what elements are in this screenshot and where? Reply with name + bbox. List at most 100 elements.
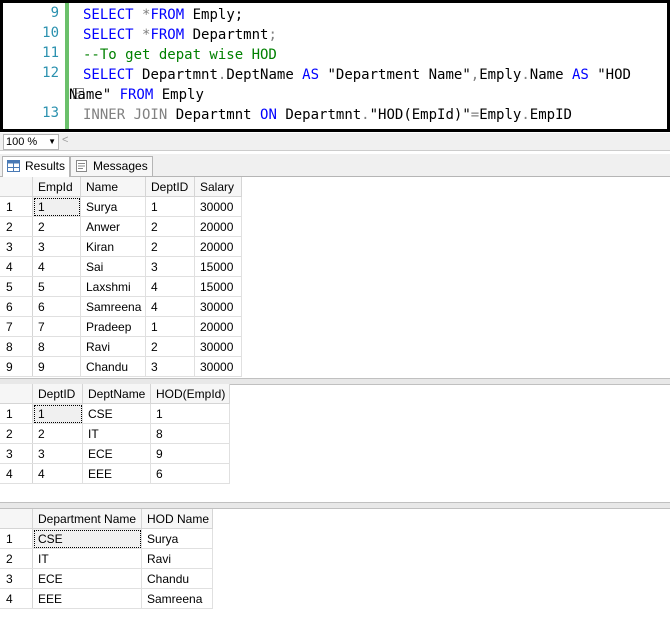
grid-cell[interactable]: 6: [32, 296, 81, 317]
row-number[interactable]: 2: [0, 216, 33, 237]
code-line[interactable]: INNER JOIN Departmnt ON Departmnt."HOD(E…: [83, 105, 572, 125]
grid-cell[interactable]: EEE: [82, 463, 151, 484]
grid-cell[interactable]: Chandu: [80, 356, 146, 377]
row-number[interactable]: 8: [0, 336, 33, 357]
grid-cell[interactable]: Ravi: [141, 548, 213, 569]
grid-cell[interactable]: 6: [150, 463, 230, 484]
table-row[interactable]: 2 2 Anwer 2 20000: [0, 216, 242, 237]
row-number[interactable]: 5: [0, 276, 33, 297]
grid-corner[interactable]: [0, 177, 33, 197]
table-row[interactable]: 4 4 EEE 6: [0, 463, 230, 484]
sql-editor[interactable]: 9 10 11 12 13 − SELECT *FROM Emply; SELECT *F…: [0, 0, 670, 132]
table-row[interactable]: 2 IT Ravi: [0, 548, 213, 569]
table-row[interactable]: 6 6 Samreena 4 30000: [0, 296, 242, 317]
grid-cell[interactable]: 3: [145, 256, 195, 277]
grid-corner[interactable]: [0, 384, 33, 404]
column-header[interactable]: EmpId: [32, 177, 81, 197]
grid-cell[interactable]: Surya: [80, 196, 146, 217]
column-header[interactable]: Department Name: [32, 509, 142, 529]
grid-cell[interactable]: IT: [32, 548, 142, 569]
tab-messages[interactable]: Messages: [70, 156, 153, 176]
grid-cell[interactable]: 2: [145, 236, 195, 257]
grid-cell[interactable]: ECE: [32, 568, 142, 589]
grid-cell[interactable]: ECE: [82, 443, 151, 464]
grid-cell[interactable]: Samreena: [141, 588, 213, 609]
row-number[interactable]: 3: [0, 236, 33, 257]
grid-cell[interactable]: 4: [32, 256, 81, 277]
row-number[interactable]: 3: [0, 443, 33, 464]
grid-cell[interactable]: 2: [145, 336, 195, 357]
result-grid-3[interactable]: Department Name HOD Name 1 CSE Surya 2 IT Ravi 3…: [0, 509, 213, 609]
grid-cell[interactable]: 20000: [194, 316, 242, 337]
grid-cell[interactable]: 1: [32, 403, 83, 424]
table-row[interactable]: 7 7 Pradeep 1 20000: [0, 316, 242, 337]
code-line[interactable]: SELECT Departmnt. DeptName AS "Department…: [83, 65, 631, 85]
column-header[interactable]: DeptName: [82, 384, 151, 404]
grid-cell[interactable]: 20000: [194, 216, 242, 237]
grid-cell[interactable]: Surya: [141, 528, 213, 549]
row-number[interactable]: 4: [0, 256, 33, 277]
table-row[interactable]: 1 1 Surya 1 30000: [0, 196, 242, 217]
table-row[interactable]: 1 1 CSE 1: [0, 403, 230, 424]
grid-cell[interactable]: 4: [145, 296, 195, 317]
grid-cell[interactable]: 2: [32, 216, 81, 237]
grid-cell[interactable]: CSE: [82, 403, 151, 424]
table-row[interactable]: 4 EEE Samreena: [0, 588, 213, 609]
table-row[interactable]: 2 2 IT 8: [0, 423, 230, 444]
grid-corner[interactable]: [0, 509, 33, 529]
column-header[interactable]: HOD(EmpId): [150, 384, 230, 404]
grid-cell[interactable]: 4: [145, 276, 195, 297]
grid-cell[interactable]: 3: [32, 443, 83, 464]
code-line[interactable]: --To get depat wise HOD: [83, 45, 277, 65]
grid-cell[interactable]: 8: [32, 336, 81, 357]
grid-cell[interactable]: Laxshmi: [80, 276, 146, 297]
grid-cell[interactable]: 1: [145, 316, 195, 337]
grid-cell[interactable]: Samreena: [80, 296, 146, 317]
grid-cell[interactable]: CSE: [32, 528, 142, 549]
scroll-left-icon[interactable]: <: [62, 134, 68, 146]
grid-cell[interactable]: Pradeep: [80, 316, 146, 337]
row-number[interactable]: 7: [0, 316, 33, 337]
grid-cell[interactable]: 2: [32, 423, 83, 444]
grid-cell[interactable]: Ravi: [80, 336, 146, 357]
code-line[interactable]: SELECT *FROM Departmnt;: [83, 25, 277, 45]
grid-cell[interactable]: 3: [145, 356, 195, 377]
grid-cell[interactable]: 3: [32, 236, 81, 257]
grid-cell[interactable]: 1: [32, 196, 81, 217]
table-row[interactable]: 8 8 Ravi 2 30000: [0, 336, 242, 357]
column-header[interactable]: Salary: [194, 177, 242, 197]
row-number[interactable]: 2: [0, 423, 33, 444]
grid-cell[interactable]: 15000: [194, 256, 242, 277]
row-number[interactable]: 9: [0, 356, 33, 377]
grid-cell[interactable]: 9: [150, 443, 230, 464]
grid-cell[interactable]: Kiran: [80, 236, 146, 257]
grid-cell[interactable]: 7: [32, 316, 81, 337]
grid-cell[interactable]: 1: [145, 196, 195, 217]
grid-cell[interactable]: 15000: [194, 276, 242, 297]
grid-cell[interactable]: 4: [32, 463, 83, 484]
row-number[interactable]: 6: [0, 296, 33, 317]
table-row[interactable]: 5 5 Laxshmi 4 15000: [0, 276, 242, 297]
zoom-dropdown[interactable]: 100 % ▼: [3, 134, 59, 150]
row-number[interactable]: 1: [0, 403, 33, 424]
grid-cell[interactable]: IT: [82, 423, 151, 444]
grid-cell[interactable]: 30000: [194, 196, 242, 217]
table-row[interactable]: 3 3 Kiran 2 20000: [0, 236, 242, 257]
table-row[interactable]: 1 CSE Surya: [0, 528, 213, 549]
code-line[interactable]: SELECT *FROM Emply;: [83, 5, 243, 25]
tab-results[interactable]: Results: [2, 156, 71, 177]
grid-cell[interactable]: 5: [32, 276, 81, 297]
grid-cell[interactable]: 30000: [194, 336, 242, 357]
code-line[interactable]: Name" FROM Emply: [69, 85, 204, 105]
grid-cell[interactable]: EEE: [32, 588, 142, 609]
result-grid-2[interactable]: DeptID DeptName HOD(EmpId) 1 1 CSE 1 2 2 IT 8 3 3 ECE…: [0, 384, 230, 484]
row-number[interactable]: 4: [0, 463, 33, 484]
grid-cell[interactable]: 30000: [194, 296, 242, 317]
column-header[interactable]: DeptID: [145, 177, 195, 197]
row-number[interactable]: 4: [0, 588, 33, 609]
column-header[interactable]: DeptID: [32, 384, 83, 404]
row-number[interactable]: 2: [0, 548, 33, 569]
grid-cell[interactable]: 8: [150, 423, 230, 444]
grid-cell[interactable]: 1: [150, 403, 230, 424]
grid-cell[interactable]: Anwer: [80, 216, 146, 237]
